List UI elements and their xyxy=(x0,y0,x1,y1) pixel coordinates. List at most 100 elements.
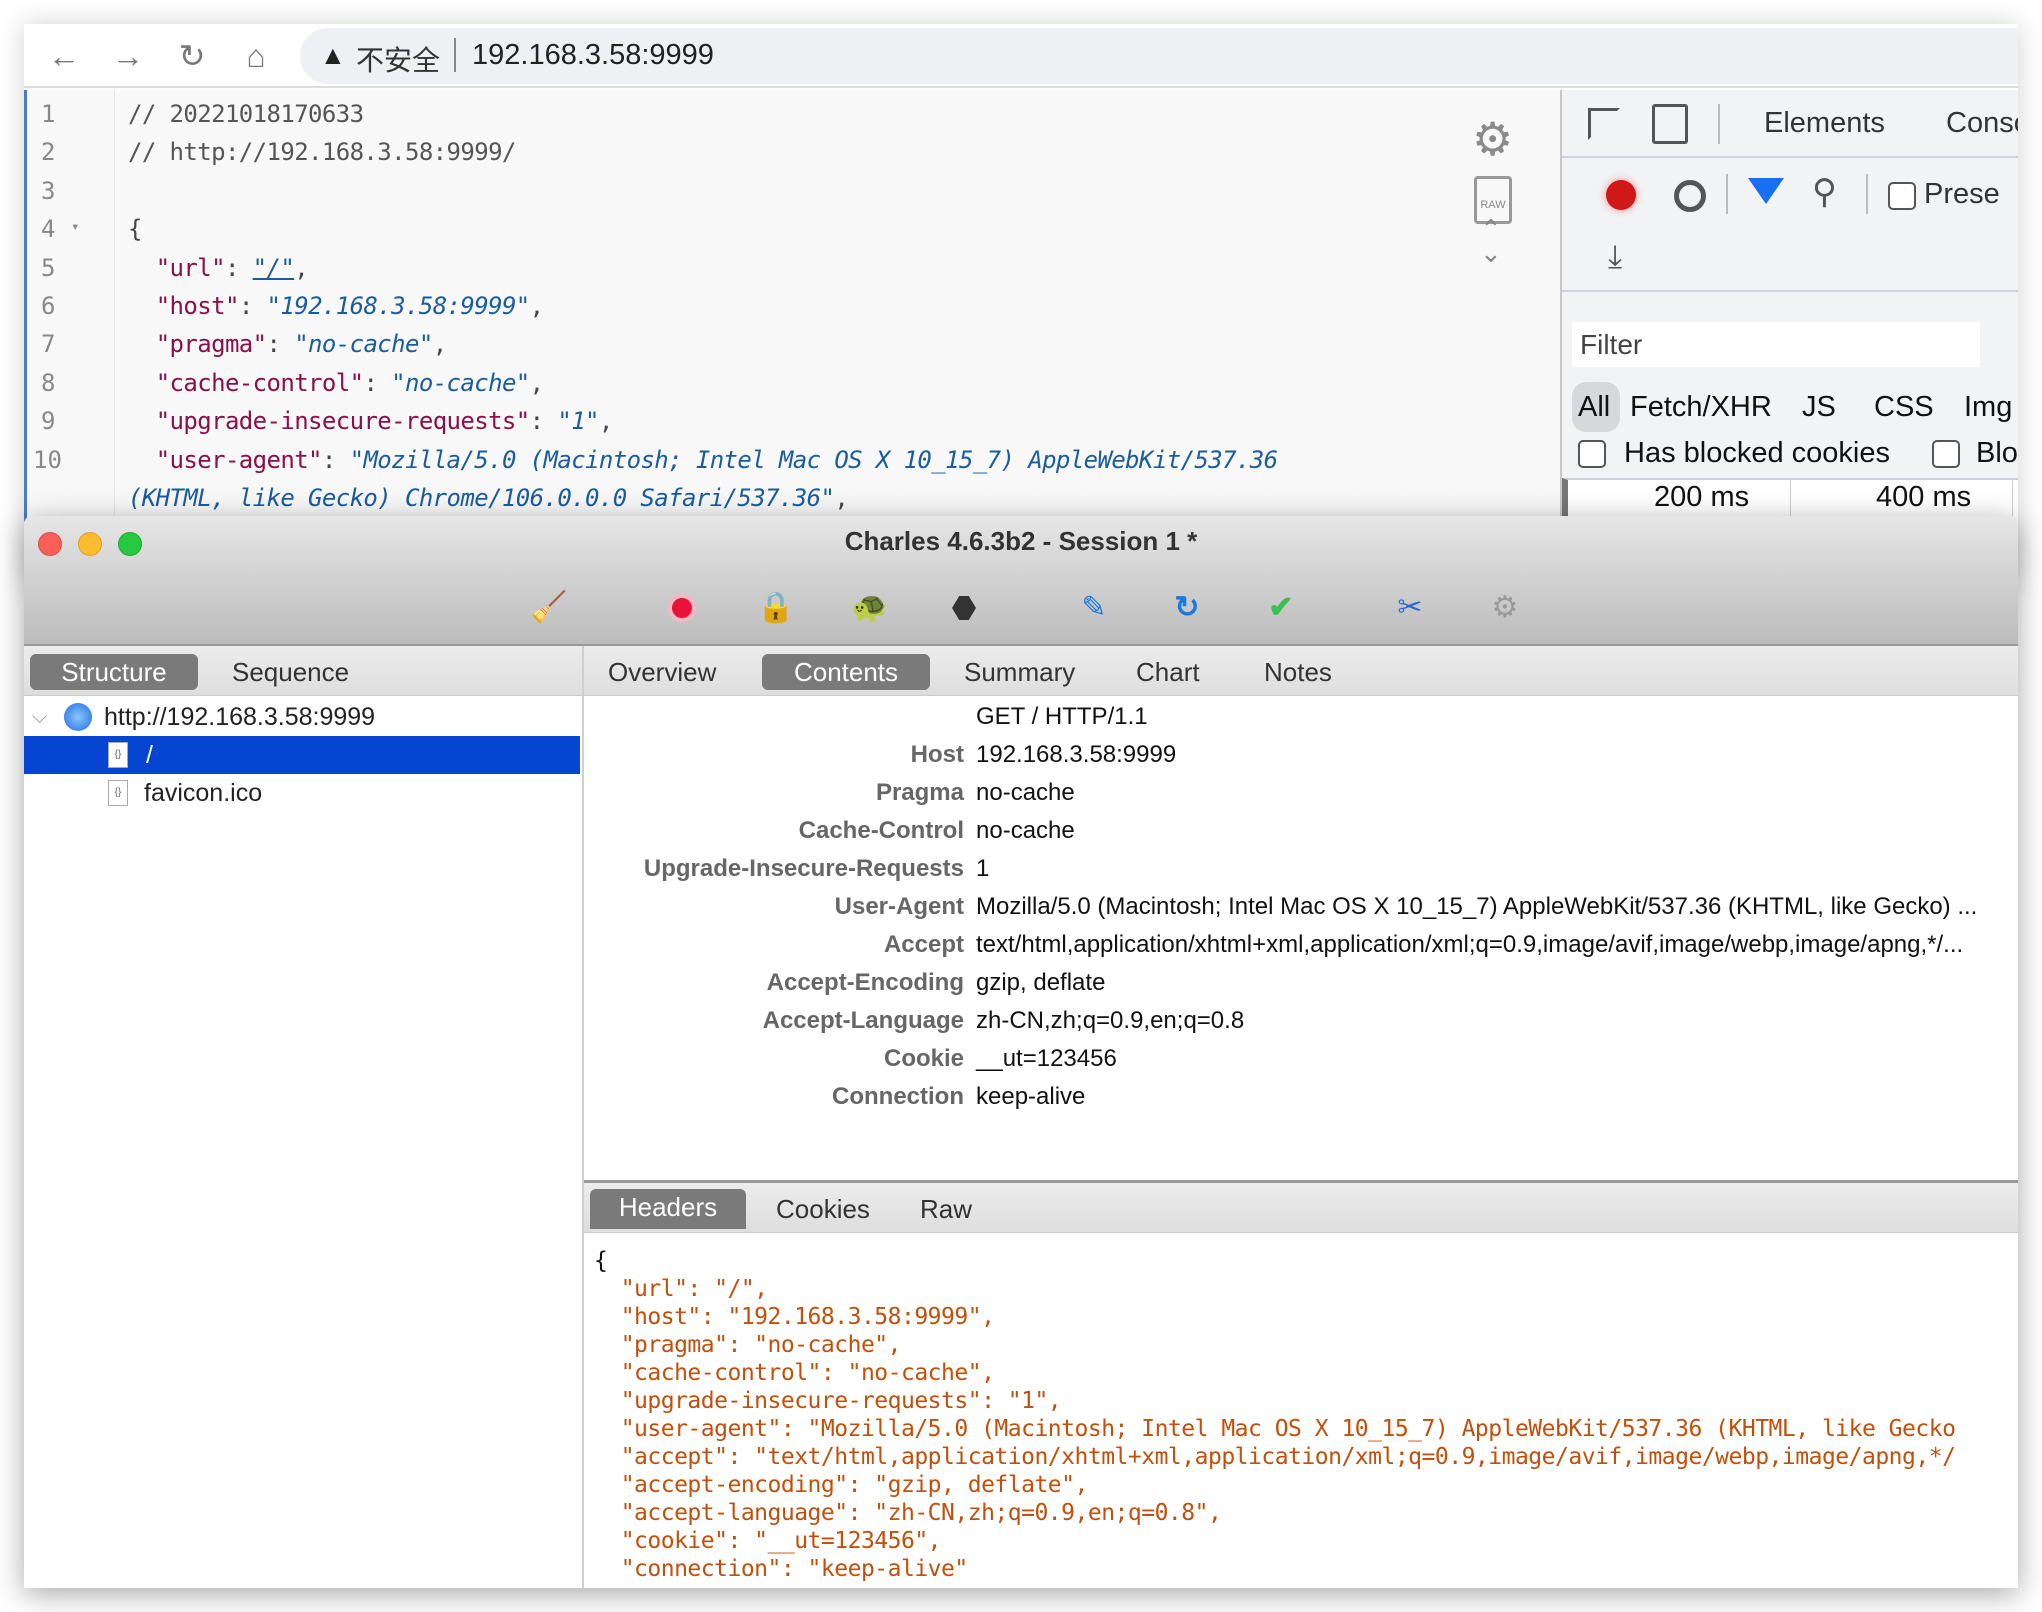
download-icon[interactable]: ⤓ xyxy=(1608,238,1622,276)
tree-host[interactable]: ⌵ http://192.168.3.58:9999 xyxy=(24,698,580,736)
json-key: "user-agent" xyxy=(156,446,322,474)
request-line: GET / HTTP/1.1 xyxy=(976,698,1148,736)
window-title: Charles 4.6.3b2 - Session 1 * xyxy=(24,526,2018,557)
tree-item-selected[interactable]: {} / xyxy=(24,736,580,774)
code-line: "pragma": "no-cache", xyxy=(128,330,447,358)
json-value: (KHTML, like Gecko) Chrome/106.0.0.0 Saf… xyxy=(128,484,834,512)
tab-cookies[interactable]: Cookies xyxy=(758,1191,888,1227)
inspect-element-icon[interactable] xyxy=(1588,108,1620,140)
url-text[interactable]: 192.168.3.58:9999 xyxy=(472,39,714,72)
type-js[interactable]: JS xyxy=(1802,391,1836,424)
header-value: no-cache xyxy=(976,812,1075,850)
json-viewer: 12345678910▾ ⚙ RAW ⌃ ⌄ // 20221018170633… xyxy=(24,90,1560,584)
line-number: 6 xyxy=(41,292,55,320)
divider xyxy=(1718,104,1720,144)
settings-gear-icon[interactable]: ⚙ xyxy=(1472,116,1513,162)
json-line: "cookie": "__ut=123456", xyxy=(594,1528,941,1554)
filter-placeholder: Filter xyxy=(1580,329,1642,361)
header-row: User-Agent Mozilla/5.0 (Macintosh; Intel … xyxy=(584,888,2018,926)
warning-icon: ▲ xyxy=(320,40,346,71)
type-all[interactable]: All xyxy=(1578,391,1610,424)
compose-pen-icon[interactable]: ✎ xyxy=(1074,588,1114,628)
header-value: gzip, deflate xyxy=(976,964,1105,1002)
header-value: __ut=123456 xyxy=(976,1040,1117,1078)
record-button[interactable] xyxy=(662,588,702,628)
header-value: keep-alive xyxy=(976,1078,1085,1116)
divider xyxy=(1866,174,1868,214)
tree-item[interactable]: {} favicon.ico xyxy=(24,774,580,812)
json-value: "1" xyxy=(557,407,599,435)
type-fetch-xhr[interactable]: Fetch/XHR xyxy=(1630,391,1772,424)
header-name: Host xyxy=(584,736,964,774)
fold-arrow-icon[interactable]: ▾ xyxy=(71,219,79,235)
tab-structure[interactable]: Structure xyxy=(30,654,198,690)
blocked-cookies-label: Has blocked cookies xyxy=(1624,437,1890,470)
clear-icon[interactable] xyxy=(1674,180,1706,212)
expand-chevron-icon[interactable]: ⌵ xyxy=(32,698,47,736)
filter-funnel-icon[interactable] xyxy=(1748,178,1784,204)
divider xyxy=(454,38,456,72)
forward-icon[interactable]: → xyxy=(110,38,146,74)
tab-notes[interactable]: Notes xyxy=(1246,654,1350,690)
header-name: User-Agent xyxy=(584,888,964,926)
json-value[interactable]: "/" xyxy=(253,254,295,282)
address-bar[interactable]: ▲ 不安全 192.168.3.58:9999 xyxy=(300,28,2018,84)
header-row: Upgrade-Insecure-Requests1 xyxy=(584,850,2018,888)
code-line: "url": "/", xyxy=(128,254,308,282)
tab-raw[interactable]: Raw xyxy=(902,1191,990,1227)
left-tabbar: Structure Sequence xyxy=(24,646,582,696)
json-line: "url": "/", xyxy=(594,1276,768,1302)
brace: { xyxy=(128,215,142,243)
tab-console[interactable]: Conso xyxy=(1946,107,2018,140)
header-value: 1 xyxy=(976,850,989,888)
ssl-lock-icon[interactable]: 🔒 xyxy=(756,588,796,628)
tab-sequence[interactable]: Sequence xyxy=(214,654,367,690)
line-number: 10 xyxy=(33,446,62,474)
header-name: Accept-Language xyxy=(584,1002,964,1040)
settings-gear-icon[interactable]: ⚙ xyxy=(1485,588,1525,628)
line-number: 8 xyxy=(41,369,55,397)
tab-chart[interactable]: Chart xyxy=(1118,654,1218,690)
browser-window: ← → ↻ ⌂ ▲ 不安全 192.168.3.58:9999 12345678… xyxy=(24,24,2018,584)
blocked-requests-checkbox[interactable] xyxy=(1932,440,1960,468)
json-file-icon: {} xyxy=(108,780,128,806)
validate-check-icon[interactable]: ✔ xyxy=(1261,588,1301,628)
detail-tabbar: Overview Contents Summary Chart Notes xyxy=(584,646,2018,696)
back-icon[interactable]: ← xyxy=(46,38,82,74)
home-icon[interactable]: ⌂ xyxy=(238,38,274,74)
header-row: Accept-Encodinggzip, deflate xyxy=(584,964,2018,1002)
header-value: 192.168.3.58:9999 xyxy=(976,736,1176,774)
broom-clear-icon[interactable]: 🧹 xyxy=(529,588,569,628)
header-value: zh-CN,zh;q=0.9,en;q=0.8 xyxy=(976,1002,1244,1040)
preserve-log-checkbox[interactable] xyxy=(1888,182,1916,210)
header-row: Connectionkeep-alive xyxy=(584,1078,2018,1116)
header-value: Mozilla/5.0 (Macintosh; Intel Mac OS X 1… xyxy=(976,888,1977,926)
tab-contents[interactable]: Contents xyxy=(762,654,930,690)
code-line: // http://192.168.3.58:9999/ xyxy=(128,138,516,166)
tab-headers[interactable]: Headers xyxy=(590,1189,746,1229)
chevron-down-icon[interactable]: ⌄ xyxy=(1480,238,1502,269)
preserve-log-label: Prese xyxy=(1924,178,2000,211)
search-icon[interactable]: ⚲ xyxy=(1812,172,1837,212)
reload-icon[interactable]: ↻ xyxy=(174,38,210,74)
timeline-tick: 200 ms xyxy=(1654,482,1749,512)
tab-elements[interactable]: Elements xyxy=(1764,107,1885,140)
tab-summary[interactable]: Summary xyxy=(946,654,1093,690)
devtools-panel: Elements Conso ⚲ Prese ⤓ Filter All Fetc… xyxy=(1560,90,2018,584)
json-line: "user-agent": "Mozilla/5.0 (Macintosh; I… xyxy=(594,1416,1955,1442)
device-toggle-icon[interactable] xyxy=(1652,104,1688,144)
repeat-icon[interactable]: ↻ xyxy=(1167,588,1207,628)
blocked-cookies-checkbox[interactable] xyxy=(1578,440,1606,468)
tools-icon[interactable]: ✂ xyxy=(1390,588,1430,628)
tab-overview[interactable]: Overview xyxy=(590,654,734,690)
line-number: 9 xyxy=(41,407,55,435)
blocked-requests-label: Blo xyxy=(1976,437,2018,470)
code-line: "cache-control": "no-cache", xyxy=(128,369,544,397)
throttle-turtle-icon[interactable]: 🐢 xyxy=(850,588,890,628)
type-css[interactable]: CSS xyxy=(1874,391,1934,424)
record-icon[interactable] xyxy=(1606,180,1636,210)
breakpoints-stop-icon[interactable] xyxy=(944,588,984,628)
code-line: (KHTML, like Gecko) Chrome/106.0.0.0 Saf… xyxy=(128,484,848,512)
type-img[interactable]: Img xyxy=(1964,391,2012,424)
filter-input[interactable]: Filter xyxy=(1572,322,1980,367)
